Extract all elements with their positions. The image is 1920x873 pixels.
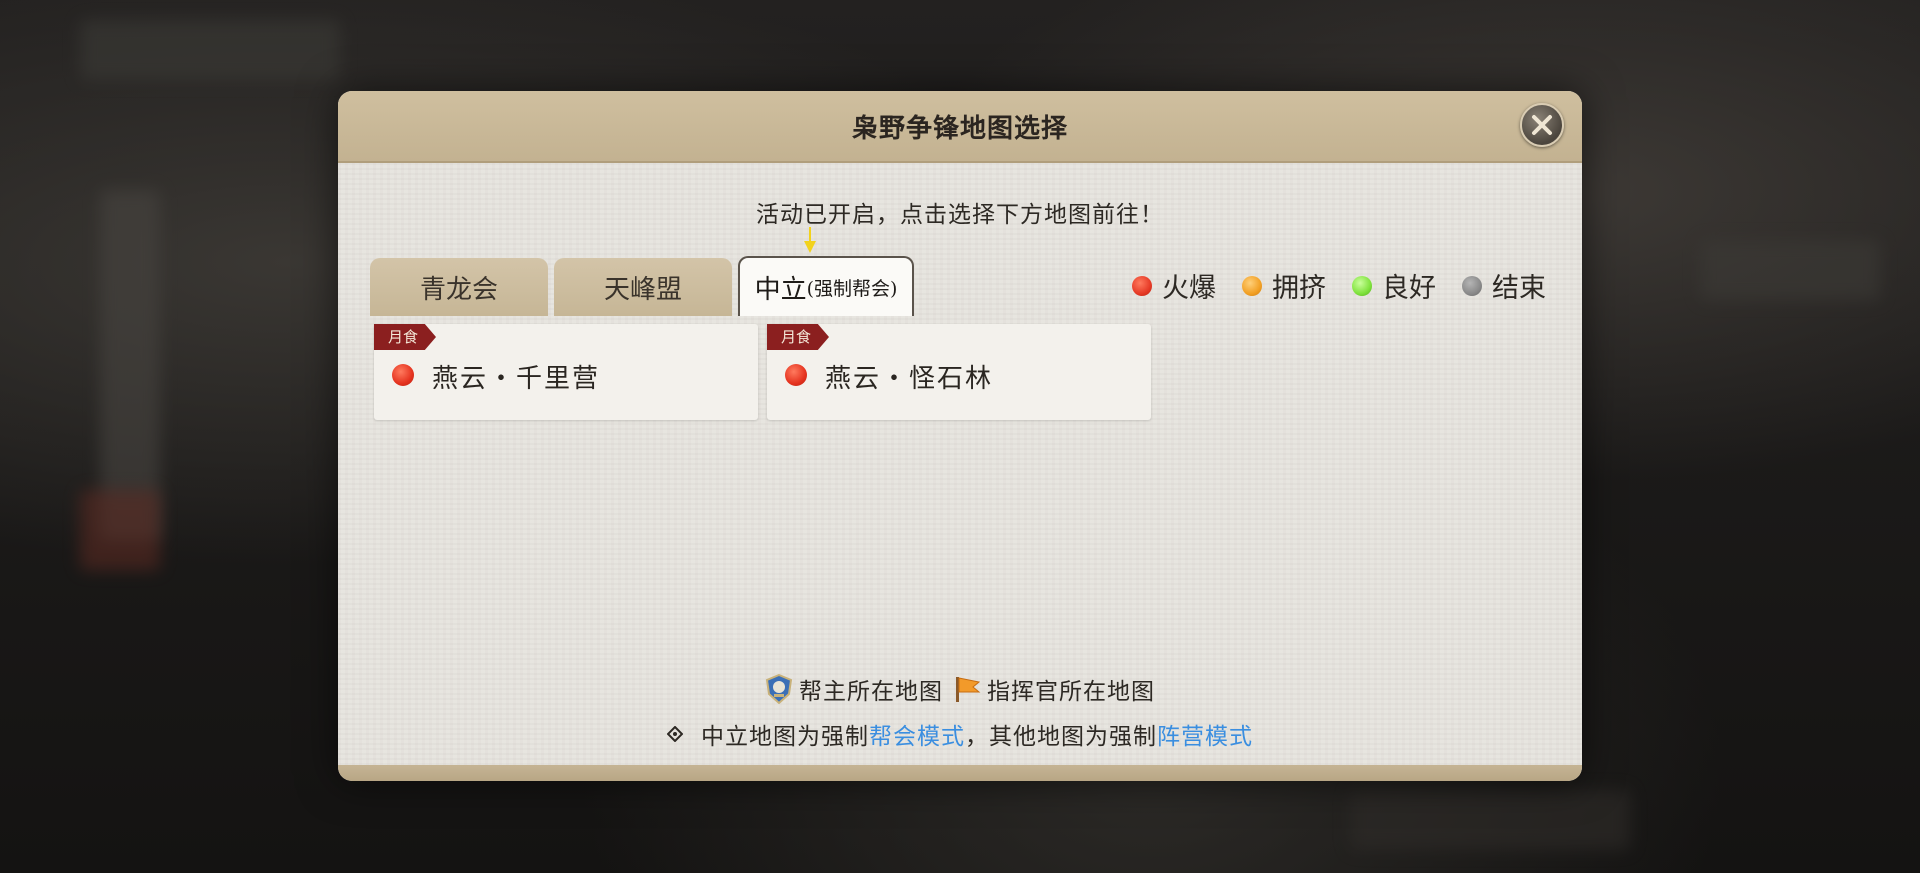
tab-label: 青龙会 <box>419 274 498 305</box>
status-dot-icon <box>392 364 414 386</box>
legend-label: 拥挤 <box>1272 273 1326 304</box>
map-name: 燕云・怪石林 <box>825 364 994 394</box>
faction-mode-link[interactable]: 阵营模式 <box>1157 717 1253 751</box>
status-dot-icon <box>1132 275 1152 296</box>
legend-item-hot: 火爆 <box>1132 266 1216 305</box>
legend-item-ended: 结束 <box>1462 266 1546 305</box>
tab-neutral[interactable]: 中立 (强制帮会) <box>738 256 914 316</box>
map-tag: 月食 <box>767 324 829 350</box>
commander-map-label: 指挥官所在地图 <box>987 679 1155 705</box>
background-shape <box>1350 790 1630 850</box>
background-shape <box>80 490 160 570</box>
event-notice: 活动已开启，点击选择下方地图前往！ <box>756 202 1164 228</box>
tab-qinglong[interactable]: 青龙会 <box>370 258 548 316</box>
commander-flag-icon <box>951 674 981 704</box>
background-shape <box>1700 240 1880 300</box>
map-card-qianliying[interactable]: 月食 燕云・千里营 <box>374 324 758 420</box>
tab-tianfeng[interactable]: 天峰盟 <box>554 258 732 316</box>
close-button[interactable] <box>1520 103 1564 147</box>
legend-item-good: 良好 <box>1352 266 1436 305</box>
tab-label: 中立 <box>754 274 807 305</box>
background-shape <box>100 190 160 540</box>
map-tag: 月食 <box>374 324 436 350</box>
legend-label: 火爆 <box>1162 273 1216 304</box>
dialog-bottom-border <box>338 765 1582 781</box>
note-middle: ，其他地图为强制 <box>965 724 1157 750</box>
title-bar: 枭野争锋地图选择 <box>338 91 1582 163</box>
mode-note: 中立地图为强制 帮会模式 ，其他地图为强制 阵营模式 <box>338 717 1582 751</box>
note-prefix: 中立地图为强制 <box>701 724 869 750</box>
map-card-guaishilin[interactable]: 月食 燕云・怪石林 <box>767 324 1151 420</box>
leader-map-label: 帮主所在地图 <box>799 679 943 705</box>
status-dot-icon <box>1352 275 1372 296</box>
background-shape <box>80 20 340 80</box>
dialog-title: 枭野争锋地图选择 <box>851 113 1068 144</box>
status-dot-icon <box>785 364 807 386</box>
status-dot-icon <box>1462 275 1482 296</box>
guild-leader-badge-icon <box>765 674 793 704</box>
tab-label: 天峰盟 <box>603 274 682 305</box>
legend-item-crowded: 拥挤 <box>1242 266 1326 305</box>
arrow-down-icon <box>804 227 816 253</box>
map-name: 燕云・千里营 <box>432 364 601 394</box>
diamond-bullet-icon <box>667 726 683 742</box>
location-legend: 帮主所在地图 指挥官所在地图 <box>338 672 1582 706</box>
status-dot-icon <box>1242 275 1262 296</box>
legend-label: 良好 <box>1382 273 1436 304</box>
map-select-dialog: 枭野争锋地图选择 活动已开启，点击选择下方地图前往！ 青龙会 天峰盟 中立 (强制… <box>338 91 1582 781</box>
guild-mode-link[interactable]: 帮会模式 <box>869 717 965 751</box>
close-icon <box>1532 115 1552 135</box>
status-legend: 火爆 拥挤 良好 结束 <box>1106 266 1546 305</box>
legend-label: 结束 <box>1492 273 1546 304</box>
tab-sublabel: (强制帮会) <box>806 277 898 300</box>
